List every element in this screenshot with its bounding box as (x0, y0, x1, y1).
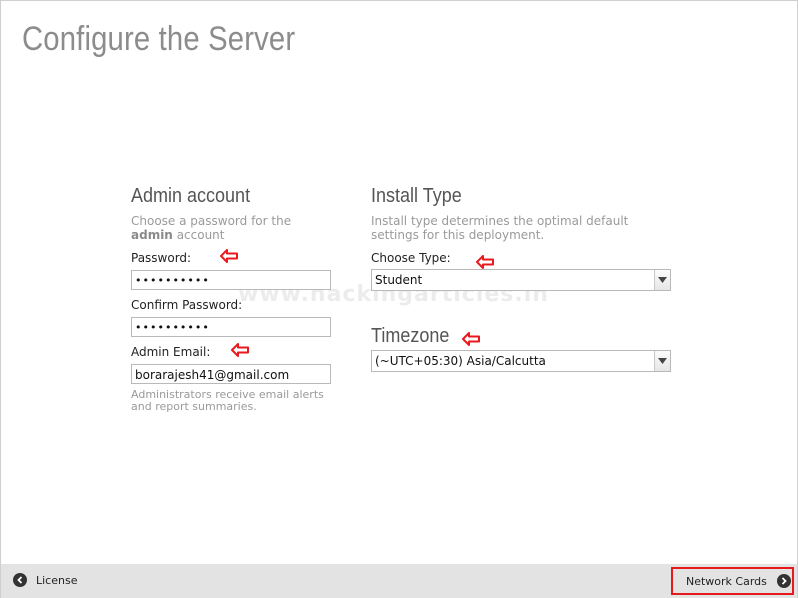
red-arrow-annotation-icon (231, 343, 249, 357)
confirm-password-field[interactable]: •••••••••• (131, 317, 331, 337)
email-label-row: Admin Email: (131, 343, 331, 360)
confirm-password-label: Confirm Password: (131, 298, 243, 312)
back-button[interactable]: License (13, 573, 77, 587)
footer-bar: License Network Cards (1, 564, 797, 598)
back-button-label: License (36, 573, 78, 587)
red-arrow-annotation-icon (220, 249, 238, 263)
red-arrow-annotation-icon (476, 255, 494, 269)
timezone-heading: Timezone (371, 325, 450, 347)
email-label: Admin Email: (131, 345, 211, 359)
install-type-description: Install type determines the optimal defa… (371, 214, 629, 242)
timezone-select[interactable]: (~UTC+05:30) Asia/Calcutta (371, 350, 671, 372)
install-type-select[interactable]: Student (371, 269, 671, 291)
red-arrow-annotation-icon (462, 332, 480, 346)
timezone-heading-row: Timezone (371, 324, 671, 348)
chevron-right-icon (776, 574, 791, 588)
password-label-row: Password: (131, 249, 331, 266)
admin-account-description: Choose a password for the admin account (131, 214, 331, 242)
email-note: Administrators receive email alerts and … (131, 388, 324, 413)
chevron-down-icon[interactable] (654, 351, 670, 371)
admin-account-heading: Admin account (131, 185, 251, 207)
timezone-selected-value: (~UTC+05:30) Asia/Calcutta (375, 354, 546, 368)
chevron-down-icon[interactable] (654, 270, 670, 290)
email-field[interactable]: borarajesh41@gmail.com (131, 364, 331, 384)
choose-type-label-row: Choose Type: (371, 251, 671, 269)
password-field[interactable]: •••••••••• (131, 270, 331, 290)
chevron-left-icon (13, 573, 27, 587)
admin-desc-text-2: account (176, 228, 225, 242)
admin-desc-text: Choose a password for the (131, 214, 292, 228)
choose-type-label: Choose Type: (371, 251, 451, 265)
next-button[interactable]: Network Cards (671, 567, 794, 595)
password-label: Password: (131, 251, 192, 265)
next-button-label: Network Cards (686, 574, 767, 588)
install-type-selected-value: Student (375, 273, 423, 287)
admin-desc-bold: admin (131, 228, 173, 242)
install-type-heading: Install Type (371, 185, 462, 207)
page-title: Configure the Server (22, 20, 296, 58)
install-type-section: Install Type Install type determines the… (371, 184, 671, 372)
admin-account-section: Admin account Choose a password for the … (131, 184, 331, 413)
